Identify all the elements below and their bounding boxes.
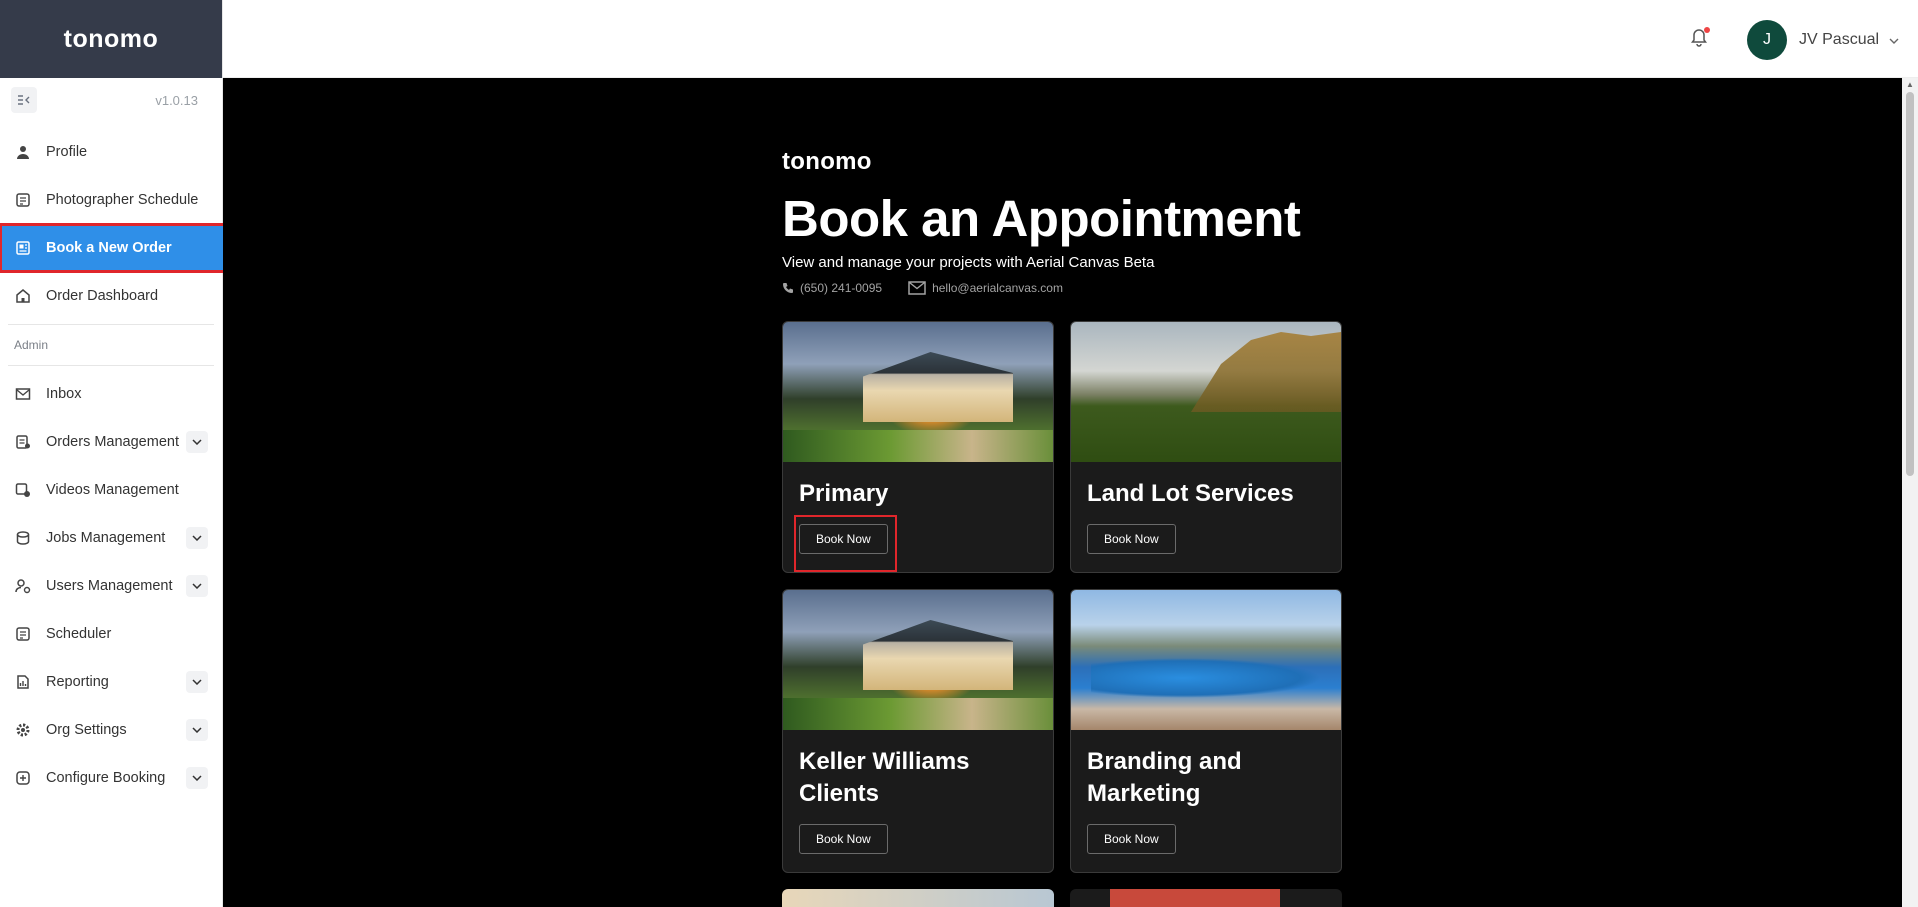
chevron-down-icon[interactable] [186,767,208,789]
users-icon [14,577,32,595]
order-icon [14,239,32,257]
sidebar-nav: Profile Photographer Schedule Book a New… [0,128,228,320]
user-icon [14,143,32,161]
report-icon [14,673,32,691]
sidebar-item-order-dashboard[interactable]: Order Dashboard [0,272,222,320]
phone-icon [783,283,793,293]
sidebar-item-users-management[interactable]: Users Management [0,562,222,610]
chevron-down-icon[interactable] [186,431,208,453]
booking-content: tonomo Book an Appointment View and mana… [782,78,1342,907]
email-address: hello@aerialcanvas.com [932,281,1063,295]
collapse-sidebar-icon[interactable] [11,87,37,113]
card-title: Keller Williams Clients [799,748,970,807]
scroll-up-icon[interactable]: ▲ [1906,80,1914,89]
sidebar-item-reporting[interactable]: Reporting [0,658,222,706]
email-contact[interactable]: hello@aerialcanvas.com [908,281,1063,295]
page-subtitle: View and manage your projects with Aeria… [782,254,1155,271]
sidebar-item-label: Org Settings [46,722,127,738]
sidebar-item-scheduler[interactable]: Scheduler [0,610,222,658]
section-label-admin: Admin [14,338,49,352]
sidebar-item-configure-booking[interactable]: Configure Booking [0,754,222,802]
service-card-partial [782,889,1054,907]
card-image [783,590,1053,730]
sidebar-item-label: Profile [46,144,88,160]
orders-icon [14,433,32,451]
sidebar-item-photographer-schedule[interactable]: Photographer Schedule [0,176,222,224]
phone-number: (650) 241-0095 [800,281,883,295]
admin-nav: Inbox Orders Management Videos Managemen… [0,370,222,802]
service-cards: Primary Book Now Land Lot Services Book … [782,321,1342,907]
notification-dot [1704,27,1710,33]
top-header: J JV Pascual [223,0,1918,78]
video-icon [14,481,32,499]
sidebar-item-label: Order Dashboard [46,288,159,304]
jobs-icon [14,529,32,547]
scrollbar-thumb[interactable] [1906,92,1914,476]
sidebar-item-orders-management[interactable]: Orders Management [0,418,222,466]
configure-icon [14,769,32,787]
home-icon [14,287,32,305]
chevron-down-icon[interactable] [186,671,208,693]
service-card-land-lot: Land Lot Services Book Now [1070,321,1342,573]
card-title: Land Lot Services [1087,480,1294,507]
card-image [1071,322,1341,462]
gear-icon [14,721,32,739]
sidebar-item-org-settings[interactable]: Org Settings [0,706,222,754]
sidebar-item-label: Configure Booking [46,770,166,786]
sidebar-item-label: Photographer Schedule [46,192,199,208]
divider [8,365,214,366]
card-title: Branding and Marketing [1087,748,1242,807]
phone-contact[interactable]: (650) 241-0095 [782,281,882,295]
book-now-button[interactable]: Book Now [1087,524,1176,554]
chevron-down-icon[interactable] [186,575,208,597]
chevron-down-icon [1889,33,1899,47]
booking-main: tonomo Book an Appointment View and mana… [223,78,1918,907]
scrollbar[interactable]: ▲ [1902,78,1918,907]
contact-info: (650) 241-0095 hello@aerialcanvas.com [782,281,1322,295]
service-card-keller-williams: Keller Williams Clients Book Now [782,589,1054,873]
sidebar-item-label: Users Management [46,578,173,594]
card-image [1071,590,1341,730]
service-card-primary: Primary Book Now [782,321,1054,573]
scheduler-icon [14,625,32,643]
sidebar-item-inbox[interactable]: Inbox [0,370,222,418]
sidebar-item-label: Inbox [46,386,82,402]
mail-icon [908,281,926,295]
service-card-partial [1070,889,1342,907]
service-card-branding: Branding and Marketing Book Now [1070,589,1342,873]
card-title: Primary [799,480,889,507]
sidebar-item-jobs-management[interactable]: Jobs Management [0,514,222,562]
booking-logo: tonomo [782,148,872,175]
book-now-button[interactable]: Book Now [799,824,888,854]
book-now-button[interactable]: Book Now [794,515,897,572]
version-label: v1.0.13 [155,92,198,108]
sidebar-item-label: Book a New Order [46,240,172,256]
sidebar-item-label: Scheduler [46,626,112,642]
schedule-icon [14,191,32,209]
notification-bell-icon[interactable] [1688,25,1712,49]
sidebar-item-profile[interactable]: Profile [0,128,222,176]
avatar: J [1747,20,1787,60]
book-now-button[interactable]: Book Now [1087,824,1176,854]
sidebar-item-label: Orders Management [46,434,179,450]
sidebar-top: v1.0.13 [0,78,222,122]
user-menu[interactable]: J JV Pascual [1747,20,1899,60]
user-name: JV Pascual [1799,31,1880,48]
brand-logo[interactable]: tonomo [0,0,222,78]
mail-icon [14,385,32,403]
chevron-down-icon[interactable] [186,719,208,741]
card-image [783,322,1053,462]
sidebar-item-videos-management[interactable]: Videos Management [0,466,222,514]
sidebar-item-label: Jobs Management [46,530,166,546]
chevron-down-icon[interactable] [186,527,208,549]
page-title: Book an Appointment [782,190,1301,247]
divider [8,324,214,325]
sidebar-item-label: Videos Management [46,482,179,498]
sidebar: tonomo v1.0.13 Profile Photographer Sche… [0,0,228,907]
sidebar-item-book-new-order[interactable]: Book a New Order [0,223,228,273]
sidebar-item-label: Reporting [46,674,109,690]
